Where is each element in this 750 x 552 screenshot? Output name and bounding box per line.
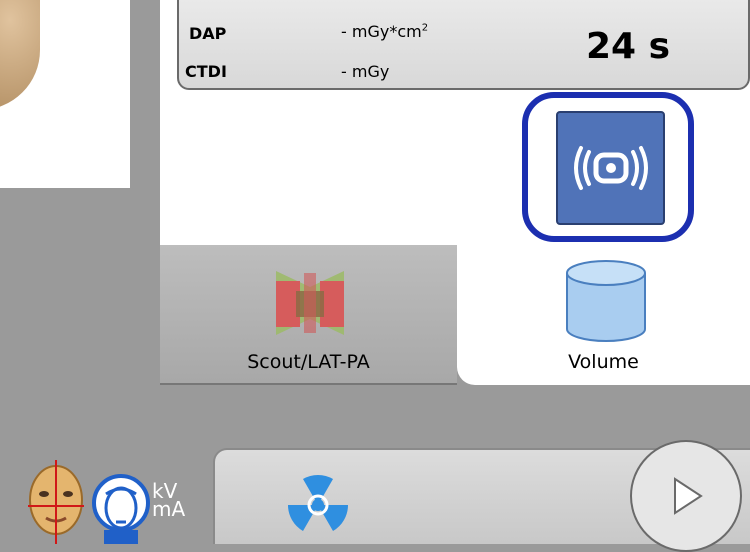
- program-tabs: Scout/LAT-PA Volume: [160, 245, 750, 385]
- dap-unit-exponent: 2: [421, 22, 429, 34]
- tab-volume[interactable]: Volume: [457, 245, 750, 385]
- kv-ma-indicator[interactable]: kV mA: [152, 481, 186, 521]
- play-icon: [674, 477, 703, 515]
- start-exposure-button[interactable]: [630, 440, 742, 552]
- dose-info-box: DAP - mGy*cm2 CTDI - mGy 24 s: [177, 0, 750, 90]
- volume-scan-icon: [573, 146, 648, 190]
- exposure-time: 24 s: [585, 26, 670, 67]
- cylinder-icon: [566, 260, 646, 342]
- dap-value: - mGy*cm2: [341, 22, 429, 41]
- patient-image: [0, 0, 40, 110]
- scout-lat-pa-icon: [276, 271, 344, 335]
- volume-scan-button[interactable]: [556, 111, 665, 225]
- tab-label-volume: Volume: [568, 351, 639, 373]
- radiation-icon: [288, 474, 348, 531]
- ctdi-value: - mGy: [341, 62, 390, 81]
- patient-head-outline-icon[interactable]: [90, 470, 152, 544]
- tab-label-scout: Scout/LAT-PA: [247, 351, 370, 373]
- patient-face-icon[interactable]: [24, 460, 88, 544]
- tab-scout-lat-pa[interactable]: Scout/LAT-PA: [160, 245, 457, 385]
- patient-image-panel: [0, 0, 130, 188]
- dap-label: DAP: [189, 24, 227, 43]
- ctdi-label: CTDI: [185, 62, 227, 81]
- ma-label: mA: [152, 497, 186, 521]
